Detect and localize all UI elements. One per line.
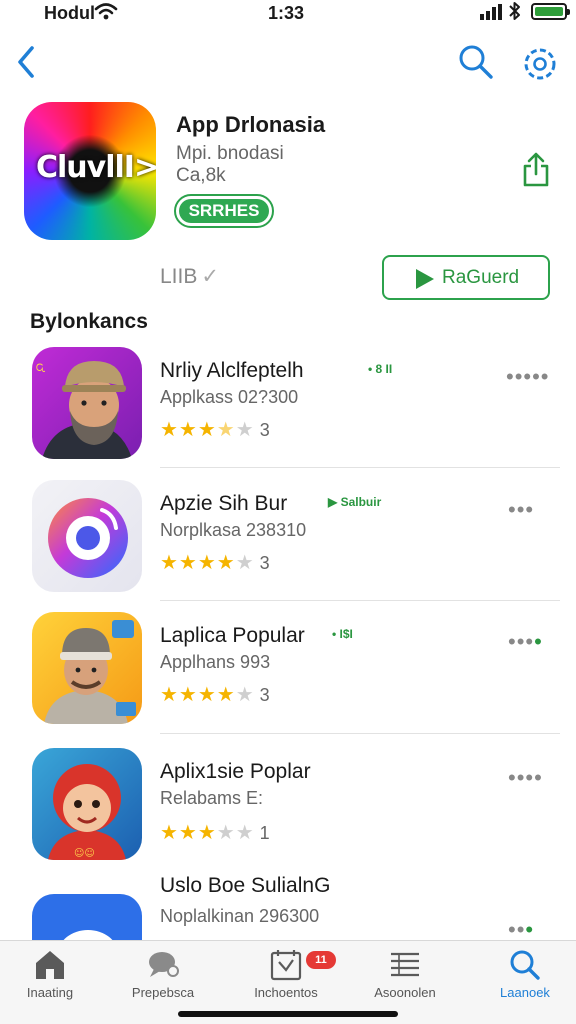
app-name: Uslo Boe SulialnG	[160, 874, 331, 897]
notification-badge: 11	[306, 951, 336, 969]
app-name: Laplica Popular	[160, 624, 305, 647]
featured-app-count: Ca,8k	[176, 165, 226, 186]
app-icon-red-hood-kid: ☺☺	[32, 748, 142, 860]
app-subtitle: Relabams E:	[160, 788, 264, 808]
app-subtitle: Applhans 993	[160, 652, 271, 672]
more-options-icon[interactable]: •••••	[506, 366, 550, 388]
app-rating: ★★★★★ 3	[160, 550, 270, 575]
featured-app-title: App Drlonasia	[176, 112, 326, 137]
tab-search[interactable]: Laanoek	[470, 949, 576, 1009]
list-item[interactable]: ☺☺ Aplix1sie Poplar Relabams E: ★★★★★ 1 …	[0, 748, 576, 880]
tab-home-label: Inaating	[26, 985, 74, 1000]
tab-list-label: Asoonolen	[374, 985, 436, 1000]
clock-label: 1:33	[268, 3, 305, 23]
app-subtitle: Noplalkinan 296300	[160, 906, 320, 926]
chat-icon	[146, 949, 180, 981]
get-app-button-label: RaGuerd	[442, 267, 520, 288]
search-icon	[508, 949, 542, 981]
rating-stars: ★★★★★	[160, 684, 255, 706]
svg-text:Ꮹ: Ꮹ	[36, 363, 46, 374]
section-title: Bylonkancs	[30, 310, 148, 333]
featured-app-icon-text: CluvllI>	[36, 150, 156, 185]
rating-value: 3	[259, 553, 270, 573]
rating-value: 3	[259, 420, 270, 440]
app-icon-blue-bubble	[32, 894, 142, 940]
app-icon-beanie-man	[32, 612, 142, 724]
home-indicator[interactable]	[178, 1011, 398, 1017]
chevron-left-icon[interactable]	[12, 42, 44, 82]
list-item[interactable]: Laplica Popular • I$I Applhans 993 ★★★★★…	[0, 612, 576, 744]
list-item[interactable]: Apzie Sih Bur ▶ Salbuir Norplkasa 238310…	[0, 480, 576, 612]
more-options-icon[interactable]: •••	[508, 919, 534, 941]
tab-calendar-label: Inchoentos	[254, 985, 318, 1000]
rating-value: 3	[259, 685, 270, 705]
bluetooth-icon	[508, 1, 522, 26]
app-name: Apzie Sih Bur	[160, 492, 288, 515]
status-bar: Hodul 1:33	[0, 0, 576, 28]
checkmark-icon: ✓	[201, 265, 219, 288]
rating-value: 1	[259, 823, 270, 843]
rating-stars: ★★★★★	[160, 419, 255, 441]
app-icon-bearded-man: Ꮹ	[32, 347, 142, 459]
list-item[interactable]: Ꮹ Nrliy Alclfeptelh • 8 II Applkass 02?3…	[0, 347, 576, 479]
play-icon	[416, 269, 434, 289]
row-divider	[160, 467, 560, 468]
signal-icon	[480, 4, 502, 25]
navigation-bar	[0, 40, 576, 84]
more-options-icon[interactable]: •••	[508, 499, 534, 521]
row-divider	[160, 733, 560, 734]
more-options-icon[interactable]: ••••	[508, 767, 543, 789]
app-subtitle: Norplkasa 238310	[160, 520, 307, 540]
calendar-icon	[269, 949, 303, 981]
app-tag: • 8 II	[368, 362, 393, 376]
tab-search-label: Laanoek	[500, 985, 550, 1000]
tab-home[interactable]: Inaating	[0, 949, 105, 1009]
tab-list[interactable]: Asoonolen	[350, 949, 460, 1009]
featured-app-status-label: LIIB	[160, 265, 198, 288]
app-rating: ★★★★★ 3	[160, 417, 270, 442]
more-options-icon[interactable]: ••••	[508, 631, 543, 653]
app-rating: ★★★★★ 3	[160, 682, 270, 707]
featured-app-badge-label: SRRHES	[179, 199, 269, 223]
get-app-button[interactable]: RaGuerd	[382, 255, 550, 300]
share-icon[interactable]	[522, 152, 550, 188]
app-icon-chat-bubble	[32, 480, 142, 592]
battery-icon	[531, 3, 570, 20]
home-icon	[33, 949, 67, 981]
featured-app-icon[interactable]: CluvllI>	[24, 102, 156, 240]
featured-app-status: LIIB ✓	[160, 264, 219, 289]
rating-stars: ★★★★★	[160, 822, 255, 844]
row-divider	[160, 600, 560, 601]
app-tag: ▶ Salbuir	[328, 495, 382, 509]
featured-app-developer: Mpi. bnodasi	[176, 143, 284, 164]
app-rating: ★★★★★ 1	[160, 820, 270, 845]
app-name: Aplix1sie Poplar	[160, 760, 311, 783]
featured-app-badge-button[interactable]: SRRHES	[174, 194, 274, 228]
app-tag: • I$I	[332, 627, 353, 641]
list-item[interactable]: Uslo Boe SulialnG Noplalkinan 296300 •••	[0, 872, 576, 940]
app-name: Nrliy Alclfeptelh	[160, 359, 304, 382]
wifi-icon	[94, 2, 118, 27]
rating-stars: ★★★★★	[160, 552, 255, 574]
search-icon[interactable]	[456, 42, 496, 82]
gear-icon[interactable]	[518, 42, 562, 86]
tab-chat[interactable]: Prepebsca	[108, 949, 218, 1009]
svg-text:☺☺: ☺☺	[74, 848, 95, 859]
carrier-label: Hodul	[44, 3, 95, 23]
list-icon	[388, 949, 422, 981]
app-subtitle: Applkass 02?300	[160, 387, 299, 407]
tab-chat-label: Prepebsca	[131, 985, 195, 1000]
